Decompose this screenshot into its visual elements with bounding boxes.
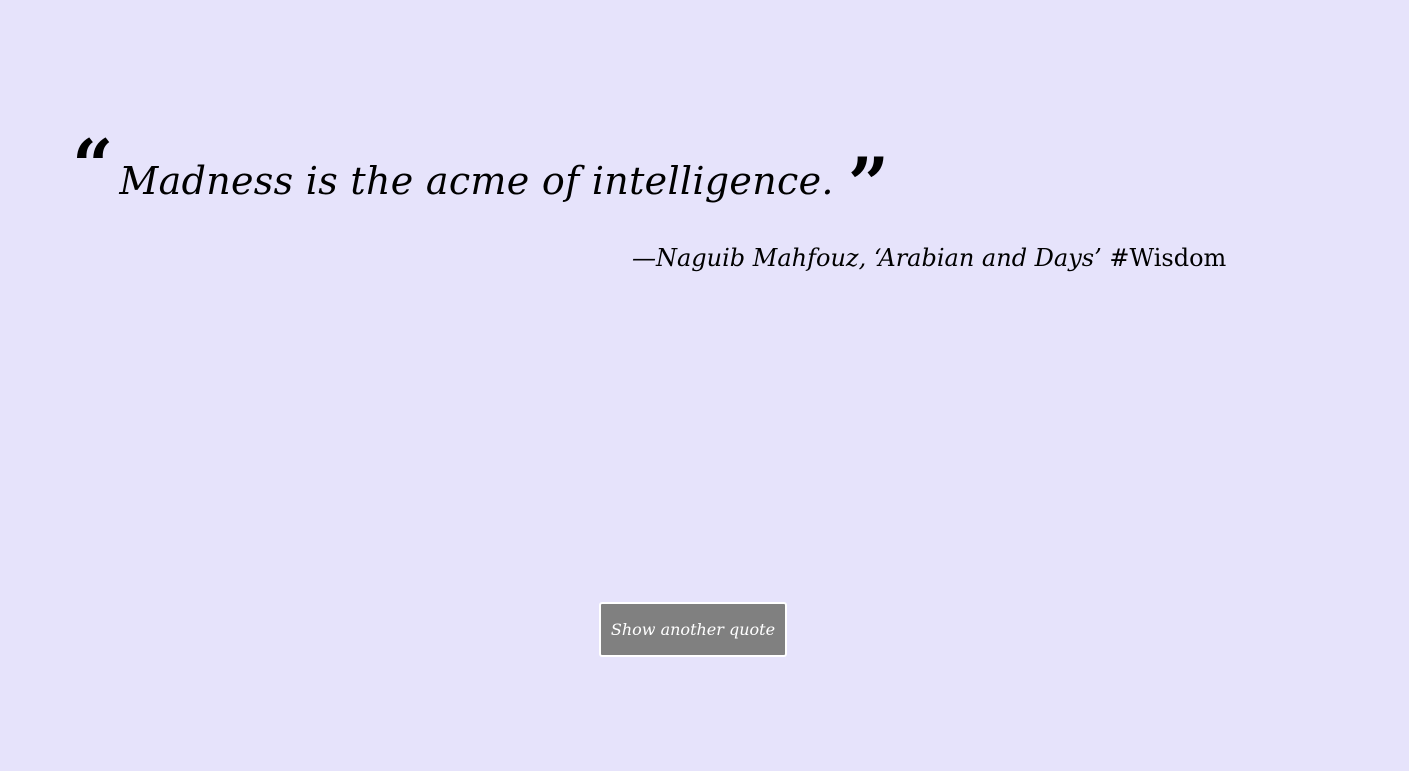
open-quote-mark: “ <box>72 123 114 208</box>
author-name: —Naguib Mahfouz, <box>632 244 867 272</box>
quote-source: ‘Arabian and Days’ <box>873 244 1102 272</box>
category-tag: #Wisdom <box>1109 244 1227 272</box>
quote-text: Madness is the acme of intelligence. <box>119 159 834 203</box>
close-quote-mark: ” <box>847 141 890 226</box>
quote-block: “ Madness is the acme of intelligence. ” <box>72 130 1272 220</box>
quote-attribution: —Naguib Mahfouz, ‘Arabian and Days’ #Wis… <box>632 244 1226 273</box>
quote-line: “ Madness is the acme of intelligence. ” <box>72 130 1272 220</box>
show-another-quote-button[interactable]: Show another quote <box>599 602 787 657</box>
